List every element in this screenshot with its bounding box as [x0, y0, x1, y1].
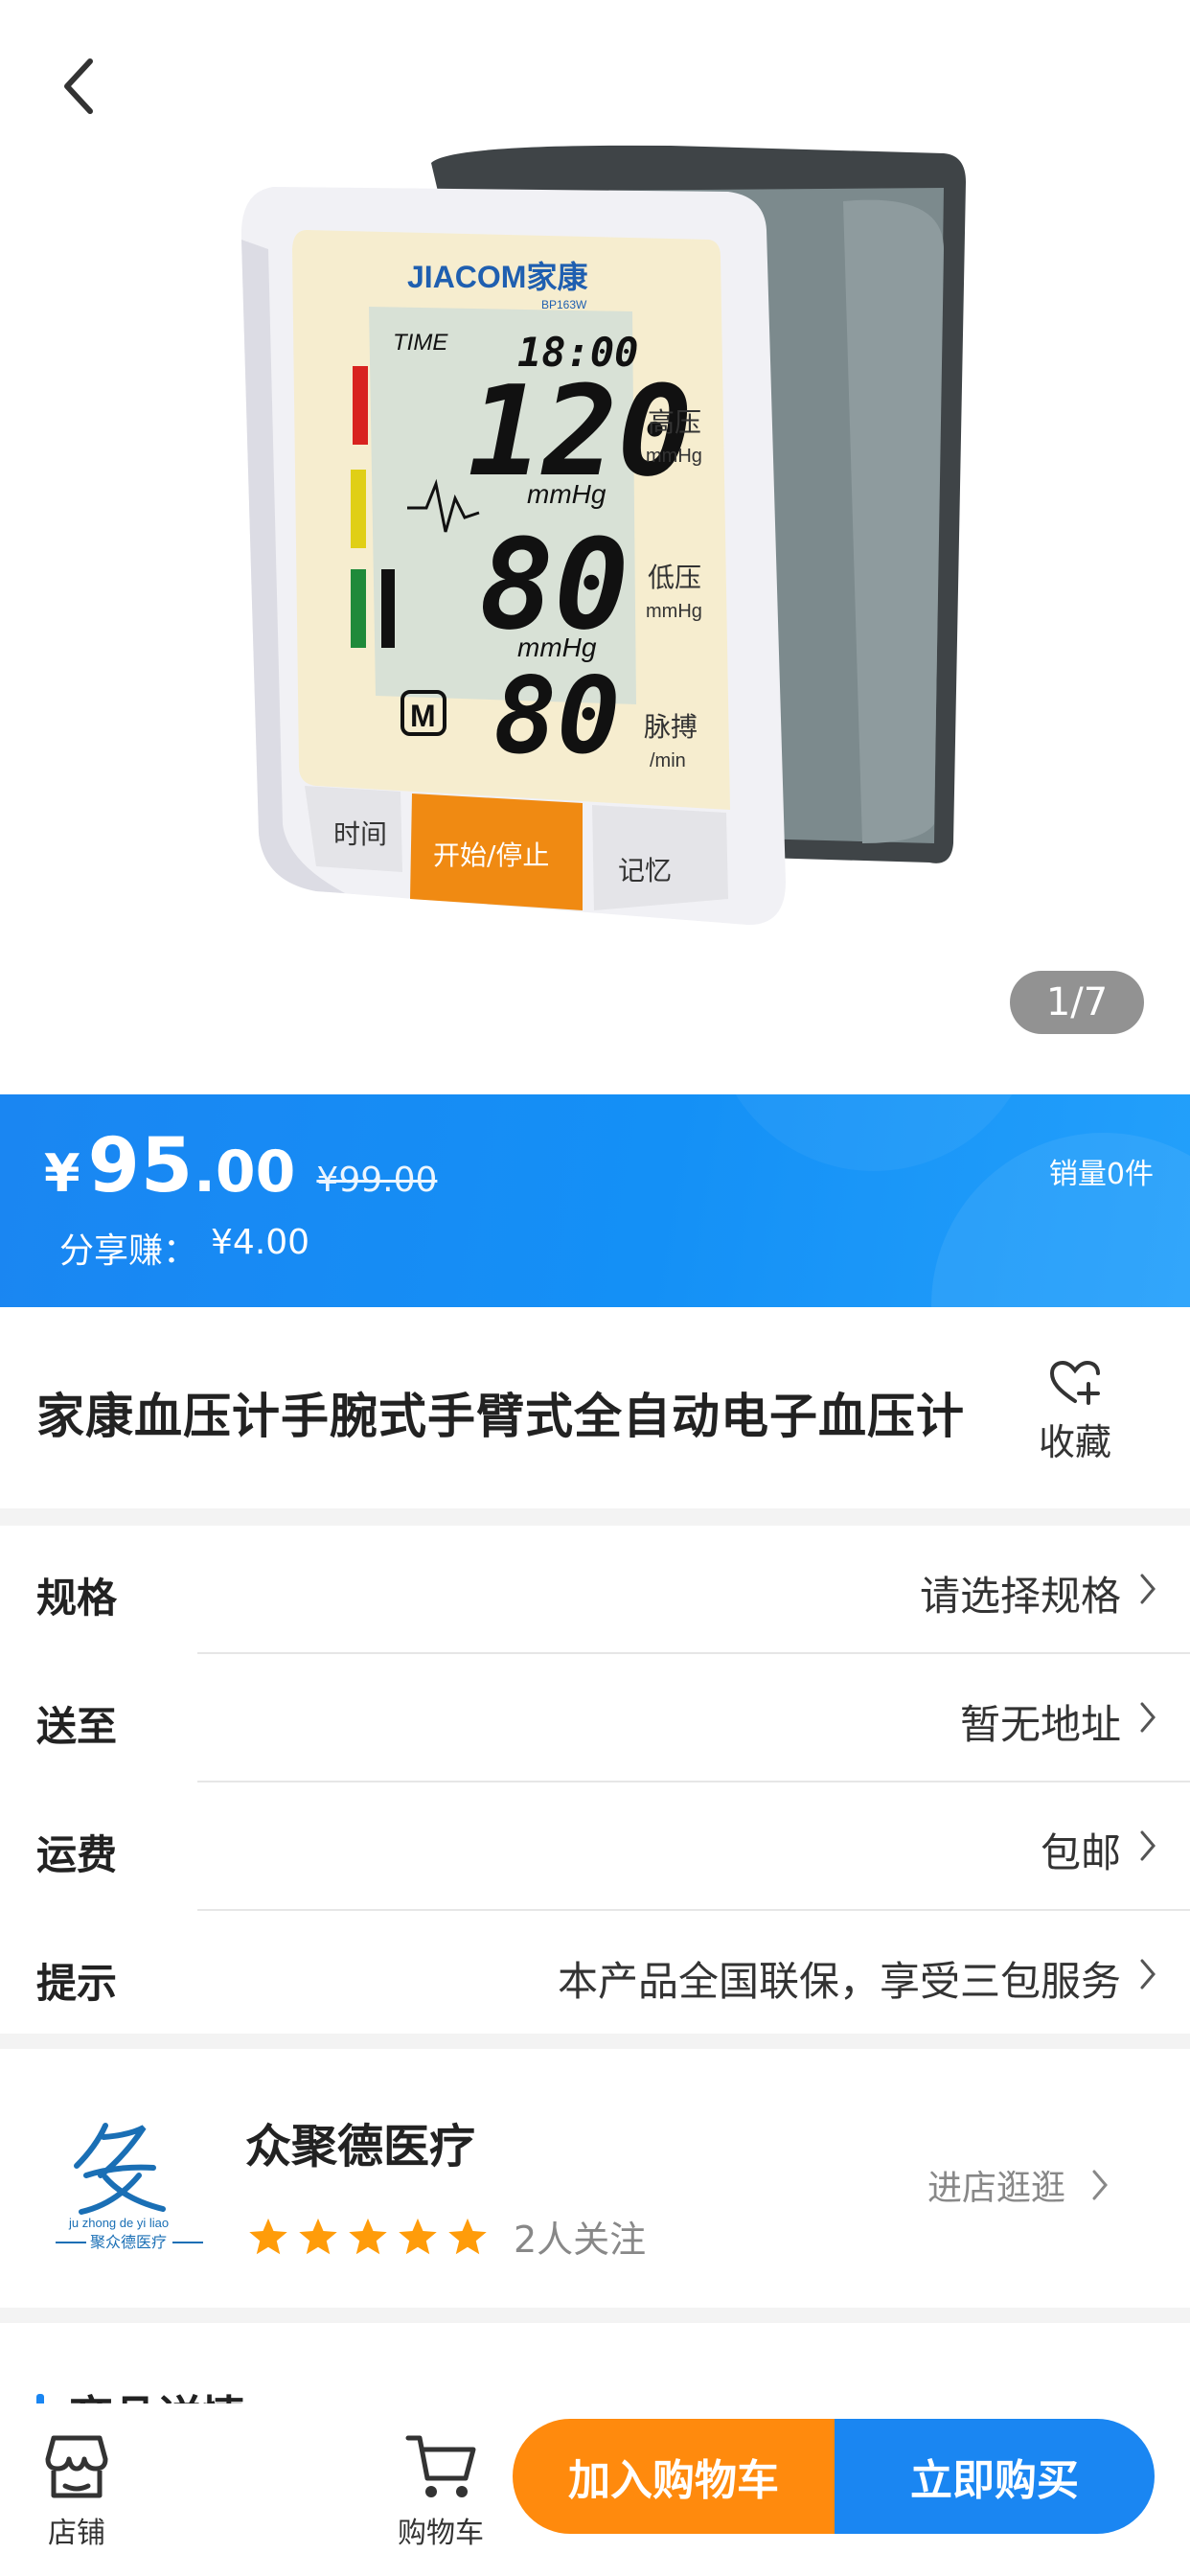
shop-card: ju zhong de yi liao 聚众德医疗 众聚德医疗 2人关注 进店逛… [0, 2049, 1190, 2308]
shop-rating: 2人关注 [247, 2210, 646, 2263]
heart-plus-icon [1049, 1360, 1100, 1405]
cart-tab-button[interactable]: 购物车 [374, 2430, 508, 2551]
share-label: 分享赚： [59, 1231, 198, 1271]
spec-label: 规格 [36, 1575, 118, 1622]
product-image: JIACOM家康 BP163W TIME 18:00 120 mmHg 80 m… [240, 145, 966, 926]
chevron-left-icon [64, 58, 93, 114]
enter-shop-button[interactable]: 进店逛逛 [927, 2160, 1110, 2210]
original-price: ¥99.00 [316, 1161, 438, 1200]
device-label-high: 高压 [648, 406, 701, 438]
device-time-label: TIME [393, 330, 448, 356]
product-gallery[interactable]: JIACOM家康 BP163W TIME 18:00 120 mmHg 80 m… [0, 0, 1190, 1094]
chevron-right-icon [1092, 2170, 1108, 2200]
sales-count: 销量 0件 [1049, 1150, 1154, 1192]
bottom-action-bar: 店铺 购物车 加入购物车 立即购买 [0, 2404, 1190, 2576]
image-counter: 1/7 [1010, 971, 1144, 1034]
device-unit-pulse: /min [650, 750, 686, 771]
enter-shop-label: 进店逛逛 [927, 2169, 1065, 2208]
add-to-cart-button[interactable]: 加入购物车 [513, 2419, 835, 2534]
info-list: 规格 请选择规格 送至 暂无地址 运费 包邮 提示 本产品全国联保，享受三包服务 [0, 1526, 1190, 2034]
shop-tab-button[interactable]: 店铺 [10, 2430, 144, 2551]
star-icon [448, 2218, 487, 2254]
decor-circle [711, 1094, 1037, 1171]
spec-value: 请选择规格 [919, 1573, 1121, 1620]
buy-now-button[interactable]: 立即购买 [835, 2419, 1155, 2534]
chevron-right-icon [1140, 1830, 1156, 1861]
share-value: ¥4.00 [211, 1223, 310, 1262]
back-button[interactable] [50, 48, 107, 125]
price-integer: 95 [87, 1123, 195, 1209]
device-unit-1: mmHg [527, 479, 606, 509]
cart-icon [405, 2435, 476, 2497]
shop-name: 众聚德医疗 [245, 2120, 476, 2174]
follower-count: 2人关注 [514, 2219, 647, 2261]
favorite-button[interactable]: 收藏 [1037, 1359, 1113, 1465]
shipping-row[interactable]: 运费 包邮 [0, 1782, 1190, 1910]
device-label-pulse: 脉搏 [644, 711, 698, 743]
shop-logo-text-bottom: 聚众德医疗 [90, 2233, 167, 2251]
device-btn-memory: 记忆 [618, 855, 672, 886]
notice-row[interactable]: 提示 本产品全国联保，享受三包服务 [0, 1911, 1190, 2038]
device-unit-low: mmHg [646, 601, 702, 622]
device-brand: JIACOM家康 [407, 260, 588, 294]
shop-logo-text-top: ju zhong de yi liao [68, 2216, 169, 2230]
currency-symbol: ¥ [44, 1143, 80, 1204]
sales-label: 销量 [1048, 1158, 1107, 1191]
address-label: 送至 [36, 1703, 118, 1750]
shop-tab-label: 店铺 [48, 2517, 105, 2550]
device-pulse: 80 [493, 655, 620, 777]
product-title: 家康血压计手腕式手臂式全自动电子血压计 [36, 1389, 965, 1444]
shop-logo[interactable]: ju zhong de yi liao 聚众德医疗 [48, 2108, 211, 2252]
notice-value: 本产品全国联保，享受三包服务 [557, 1958, 1121, 2005]
device-unit-high: mmHg [646, 446, 702, 467]
spec-row[interactable]: 规格 请选择规格 [0, 1526, 1190, 1653]
notice-label: 提示 [36, 1960, 118, 2007]
device-btn-start: 开始/停止 [433, 840, 549, 871]
shipping-value: 包邮 [1040, 1829, 1121, 1876]
star-icon [249, 2218, 287, 2254]
device-model: BP163W [541, 298, 587, 311]
shipping-label: 运费 [36, 1831, 118, 1878]
favorite-label: 收藏 [1038, 1421, 1111, 1463]
share-earn: 分享赚： ¥4.00 [59, 1223, 309, 1273]
star-icon [299, 2218, 337, 2254]
address-value: 暂无地址 [959, 1701, 1121, 1748]
device-memory-badge: M [410, 699, 436, 733]
price-row: ¥ 95 .00 ¥99.00 [44, 1123, 437, 1209]
device-btn-time: 时间 [333, 818, 387, 850]
price-banner: ¥ 95 .00 ¥99.00 分享赚： ¥4.00 销量 0件 [0, 1094, 1190, 1307]
device-label-low: 低压 [648, 562, 701, 593]
star-icon [399, 2218, 437, 2254]
chevron-right-icon [1140, 1574, 1156, 1604]
star-icon [349, 2218, 387, 2254]
store-icon [45, 2435, 108, 2498]
sales-value: 0件 [1106, 1158, 1154, 1191]
cart-tab-label: 购物车 [398, 2517, 484, 2550]
chevron-right-icon [1140, 1702, 1156, 1733]
chevron-right-icon [1140, 1959, 1156, 1990]
title-card: 家康血压计手腕式手臂式全自动电子血压计 收藏 [0, 1307, 1190, 1508]
address-row[interactable]: 送至 暂无地址 [0, 1654, 1190, 1782]
price-decimal: .00 [194, 1138, 296, 1206]
